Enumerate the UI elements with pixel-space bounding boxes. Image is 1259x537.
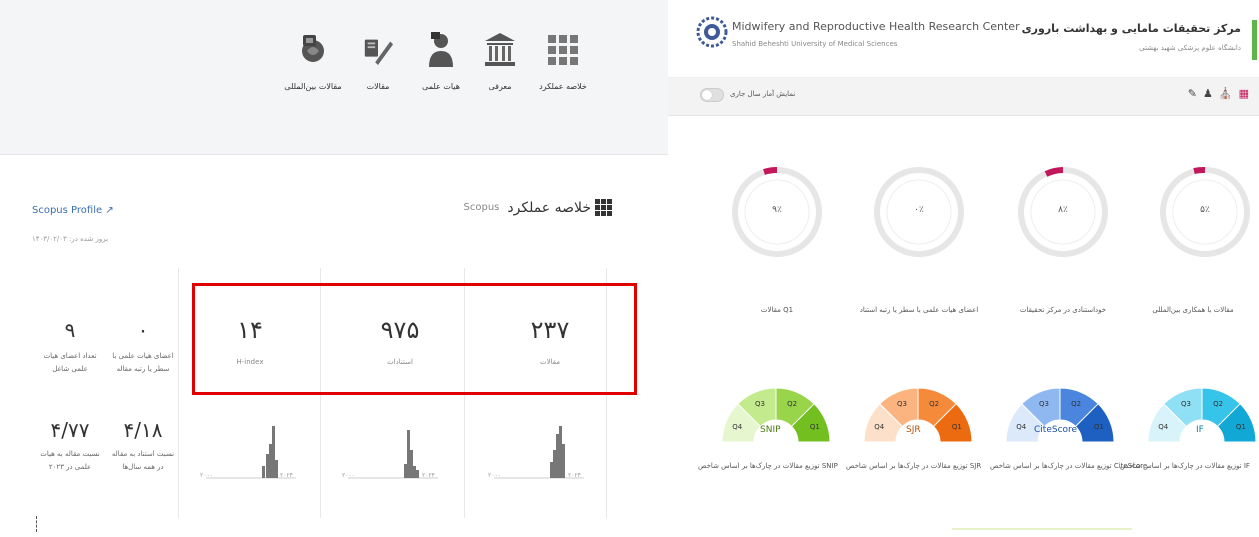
center-header: Midwifery and Reproductive Health Resear… (668, 0, 1259, 78)
building-icon (484, 30, 516, 70)
scopus-profile-link[interactable]: Scopus Profile ↗ (32, 205, 114, 216)
dashed-marker (36, 516, 37, 532)
gauge-quartile-label: Q2 (1071, 400, 1081, 408)
circle-value: ۹٪ (772, 205, 782, 215)
building-icon[interactable]: ⛪ (1219, 87, 1233, 100)
stat-label: نسبت استناد به مقاله در همه سال‌ها (111, 450, 175, 471)
nav-label: مقالات بین‌المللی (284, 82, 342, 91)
circle-label: خوداستنادی در مرکز تحقیقات (1019, 306, 1107, 314)
grid-icon[interactable]: ▦ (1239, 87, 1249, 100)
person-icon (425, 30, 457, 70)
gauge-label: توزیع مقالات در چارک‌ها بر اساس شاخص SJR (846, 462, 982, 470)
source-label: Scopus (463, 202, 500, 213)
person-icon[interactable]: ♟ (1203, 87, 1213, 100)
gauge-quartile-label: Q4 (1016, 423, 1027, 431)
scopus-profile-label: Scopus Profile (32, 205, 103, 216)
stat-value: ۴/۷۷ (50, 418, 90, 442)
circle-value: ۵٪ (1200, 205, 1210, 215)
center-title-fa: مرکز تحقیقات مامایی و بهداشت باروری (1021, 22, 1241, 35)
gauge-name: CiteScore (1034, 425, 1078, 435)
university-logo-icon (696, 16, 728, 48)
globe-badge-icon (297, 30, 329, 70)
stat-value: ۴/۱۸ (123, 418, 163, 442)
center-subtitle-en: Shahid Beheshti University of Medical Sc… (732, 40, 898, 48)
stat-value: ۰ (137, 318, 149, 342)
gauge-name: SJR (906, 425, 921, 435)
gauge-quartile-label: Q3 (897, 400, 907, 408)
gauge-if: Q4 Q3 Q2 Q1 (1147, 387, 1257, 443)
pen-document-icon (362, 30, 394, 70)
stat-value: ۹ (64, 318, 76, 342)
accent-line (952, 528, 1132, 530)
highlight-box (192, 283, 637, 395)
gauge-quartile-label: Q3 (1181, 400, 1191, 408)
gauge-snip: Q4 Q3 Q2 Q1 (721, 387, 831, 443)
gauge-quartile-label: Q2 (787, 400, 797, 408)
gauge-name: IF (1196, 425, 1204, 435)
toggle-label: نمایش آمار سال جاری (730, 90, 796, 98)
nav-label: معرفی (488, 82, 512, 91)
external-link-icon: ↗ (105, 205, 114, 216)
toolbar: نمایش آمار سال جاری ✎ ♟ ⛪ ▦ (668, 78, 1259, 116)
chart-axis-label: ۲۰۰۰ (342, 472, 355, 479)
mini-chart-articles (494, 426, 584, 479)
gauge-quartile-label: Q4 (874, 423, 885, 431)
update-date: بروز شده در: ۱۴۰۳/۰۲/۰۳ (32, 235, 109, 243)
current-year-toggle[interactable] (700, 88, 724, 102)
circle-label: اعضای هیات علمی با سطر یا رتبه استناد (859, 306, 979, 314)
mini-chart-hindex (206, 426, 296, 479)
mini-chart-citations (348, 430, 438, 479)
nav-item-international-articles[interactable]: مقالات بین‌المللی (278, 30, 348, 91)
gauge-quartile-label: Q3 (1039, 400, 1049, 408)
gauge-quartile-label: Q4 (732, 423, 743, 431)
divider (178, 268, 179, 518)
top-nav: مقالات بین‌المللی مقالات هیات علمی معرفی… (0, 0, 668, 155)
nav-item-about[interactable]: معرفی (465, 30, 535, 91)
gauge-quartile-label: Q4 (1158, 423, 1169, 431)
gauge-sjr: Q4 Q3 Q2 Q1 (863, 387, 973, 443)
gauge-quartile-label: Q1 (810, 423, 820, 431)
stat-label: نسبت مقاله به هیات علمی در ۲۰۲۳ (40, 450, 100, 471)
chart-axis-label: ۲۰۲۴ (568, 472, 581, 479)
center-subtitle-fa: دانشگاه علوم پزشکی شهید بهشتی (1139, 44, 1241, 52)
accent-bar (1252, 20, 1257, 60)
chart-axis-label: ۲۰۰۰ (488, 472, 501, 479)
gauge-quartile-label: Q1 (952, 423, 962, 431)
section-title: Scopus خلاصه عملکرد (464, 199, 612, 216)
gauge-quartile-label: Q1 (1236, 423, 1246, 431)
chart-axis-label: ۲۰۲۴ (422, 472, 435, 479)
stat-label: اعضای هیات علمی با سطر یا رتبه مقاله (112, 352, 174, 373)
circle-label: مقالات با همکاری بین‌المللی (1152, 306, 1234, 314)
toolbar-icons: ✎ ♟ ⛪ ▦ (1188, 87, 1249, 100)
gauge-citescore: Q4 Q3 Q2 Q1 (1005, 387, 1115, 443)
chart-axis-label: ۲۰۰۰ (200, 472, 213, 479)
gauge-name: SNIP (760, 425, 781, 435)
nav-item-summary[interactable]: خلاصه عملکرد (528, 30, 598, 91)
nav-label: خلاصه عملکرد (539, 82, 587, 91)
stat-label: تعداد اعضای هیات علمی شاغل (43, 352, 97, 373)
gauge-quartile-label: Q2 (929, 400, 939, 408)
grid-icon (547, 30, 579, 70)
nav-item-articles[interactable]: مقالات (343, 30, 413, 91)
chart-axis-label: ۲۰۲۴ (280, 472, 293, 479)
gauge-quartile-label: Q1 (1094, 423, 1104, 431)
pen-icon[interactable]: ✎ (1188, 87, 1197, 100)
grid-icon (595, 199, 612, 216)
circle-value: ۰٪ (914, 205, 924, 215)
gauge-label: توزیع مقالات در چارک‌ها بر اساس شاخص IF (1120, 462, 1250, 470)
section-title-text: خلاصه عملکرد (507, 199, 591, 216)
gauge-quartile-label: Q2 (1213, 400, 1223, 408)
circle-label: مقالات Q1 (760, 306, 794, 314)
gauge-label: توزیع مقالات در چارک‌ها بر اساس شاخص SNI… (698, 462, 838, 470)
gauge-quartile-label: Q3 (755, 400, 765, 408)
center-title-en: Midwifery and Reproductive Health Resear… (732, 20, 1020, 33)
circle-value: ۸٪ (1058, 205, 1068, 215)
nav-label: مقالات (366, 82, 390, 91)
